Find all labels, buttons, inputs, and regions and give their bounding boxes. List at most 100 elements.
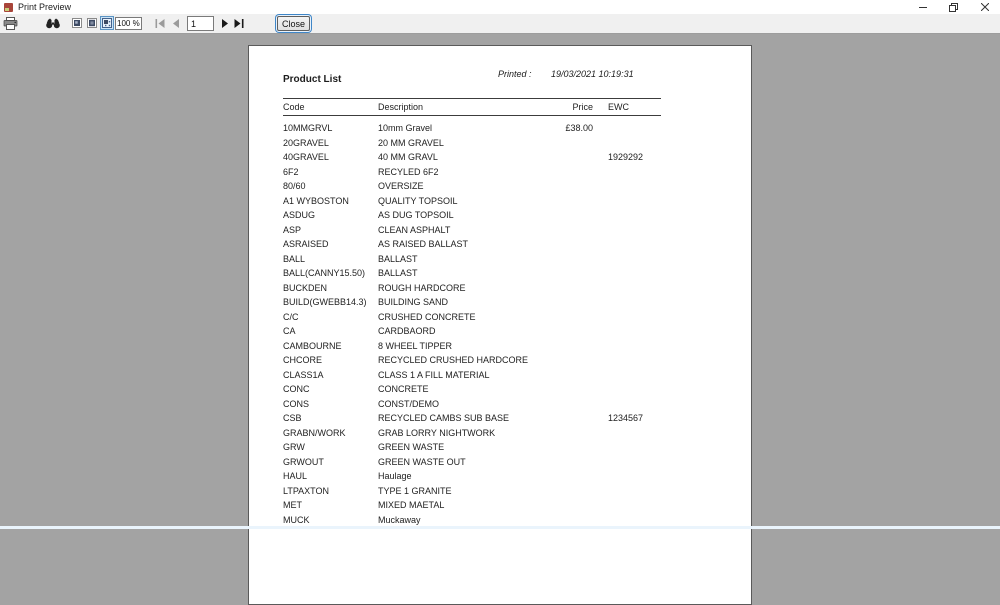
cell-price — [533, 252, 593, 267]
cell-code: ASDUG — [283, 208, 378, 223]
cell-code: LTPAXTON — [283, 484, 378, 499]
cell-ewc — [608, 498, 661, 513]
print-button[interactable] — [2, 16, 18, 31]
cell-price: £38.00 — [533, 121, 593, 136]
column-header-description: Description — [378, 99, 533, 115]
cell-desc: AS DUG TOPSOIL — [378, 208, 533, 223]
cell-code: BALL — [283, 252, 378, 267]
cell-desc: CARDBAORD — [378, 324, 533, 339]
cell-desc: 40 MM GRAVL — [378, 150, 533, 165]
cell-ewc: 1234567 — [608, 411, 661, 426]
cell-price — [533, 194, 593, 209]
column-header-ewc: EWC — [608, 99, 661, 115]
whole-page-icon — [72, 18, 82, 28]
cell-ewc — [608, 426, 661, 441]
restore-icon — [949, 3, 958, 12]
cell-desc: RECYLED 6F2 — [378, 165, 533, 180]
cell-desc: GREEN WASTE OUT — [378, 455, 533, 470]
cell-code: GRWOUT — [283, 455, 378, 470]
cell-price — [533, 353, 593, 368]
cell-price — [533, 266, 593, 281]
cell-ewc — [608, 237, 661, 252]
find-button[interactable] — [45, 16, 61, 31]
cell-price — [533, 150, 593, 165]
cell-price — [533, 440, 593, 455]
printed-label: Printed : — [498, 69, 532, 79]
title-bar: Print Preview — [0, 0, 1000, 14]
cell-code: CONS — [283, 397, 378, 412]
cell-price — [533, 469, 593, 484]
cell-price — [533, 484, 593, 499]
column-header-price: Price — [533, 99, 593, 115]
cell-price — [533, 397, 593, 412]
window-controls — [907, 0, 1000, 14]
cell-code: 10MMGRVL — [283, 121, 378, 136]
cell-price — [533, 411, 593, 426]
close-window-button[interactable] — [969, 0, 1000, 14]
maximize-button[interactable] — [938, 0, 969, 14]
view-100-percent-button[interactable] — [100, 16, 114, 30]
minimize-button[interactable] — [907, 0, 938, 14]
printed-timestamp: 19/03/2021 10:19:31 — [551, 69, 634, 79]
close-icon — [981, 3, 989, 11]
cell-ewc — [608, 440, 661, 455]
cell-desc: MIXED MAETAL — [378, 498, 533, 513]
page-number-input[interactable] — [187, 16, 214, 31]
report-title: Product List — [283, 74, 341, 85]
cell-ewc — [608, 165, 661, 180]
cell-price — [533, 281, 593, 296]
close-preview-button[interactable]: Close — [277, 16, 310, 31]
cell-price — [533, 237, 593, 252]
cell-code: GRW — [283, 440, 378, 455]
cell-desc: OVERSIZE — [378, 179, 533, 194]
cell-code: 20GRAVEL — [283, 136, 378, 151]
cell-price — [533, 368, 593, 383]
first-page-button[interactable] — [154, 18, 165, 29]
cell-desc: CLEAN ASPHALT — [378, 223, 533, 238]
cell-ewc: 1929292 — [608, 150, 661, 165]
cell-ewc — [608, 455, 661, 470]
view-page-width-button[interactable] — [85, 16, 99, 30]
cell-desc: 8 WHEEL TIPPER — [378, 339, 533, 354]
cell-price — [533, 310, 593, 325]
cell-price — [533, 455, 593, 470]
cell-desc: BALLAST — [378, 266, 533, 281]
cell-ewc — [608, 469, 661, 484]
last-page-icon — [234, 19, 244, 28]
cell-code: BALL(CANNY15.50) — [283, 266, 378, 281]
previous-page-button[interactable] — [170, 18, 181, 29]
printer-icon — [3, 17, 18, 30]
zoom-input[interactable] — [115, 17, 142, 30]
cell-ewc — [608, 324, 661, 339]
cell-ewc — [608, 281, 661, 296]
next-page-button[interactable] — [219, 18, 230, 29]
cell-ewc — [608, 353, 661, 368]
cell-ewc — [608, 339, 661, 354]
cell-ewc — [608, 310, 661, 325]
cell-desc: Haulage — [378, 469, 533, 484]
cell-price — [533, 223, 593, 238]
cell-ewc — [608, 179, 661, 194]
previous-page-icon — [172, 19, 180, 28]
cell-desc: TYPE 1 GRANITE — [378, 484, 533, 499]
first-page-icon — [155, 19, 165, 28]
view-whole-page-button[interactable] — [70, 16, 84, 30]
last-page-button[interactable] — [233, 18, 244, 29]
cell-ewc — [608, 223, 661, 238]
column-header-code: Code — [283, 99, 378, 115]
cell-desc: CRUSHED CONCRETE — [378, 310, 533, 325]
cell-ewc — [608, 513, 661, 528]
cell-code: CHCORE — [283, 353, 378, 368]
toolbar: Close — [0, 14, 1000, 34]
cell-code: MUCK — [283, 513, 378, 528]
cell-code: CAMBOURNE — [283, 339, 378, 354]
cell-desc: RECYCLED CRUSHED HARDCORE — [378, 353, 533, 368]
cell-code: BUILD(GWEBB14.3) — [283, 295, 378, 310]
cell-desc: Muckaway — [378, 513, 533, 528]
window-title: Print Preview — [18, 2, 71, 12]
cell-code: 80/60 — [283, 179, 378, 194]
cell-ewc — [608, 266, 661, 281]
app-icon — [4, 3, 13, 12]
cell-price — [533, 513, 593, 528]
table-header: Code Description Price EWC — [283, 98, 661, 116]
